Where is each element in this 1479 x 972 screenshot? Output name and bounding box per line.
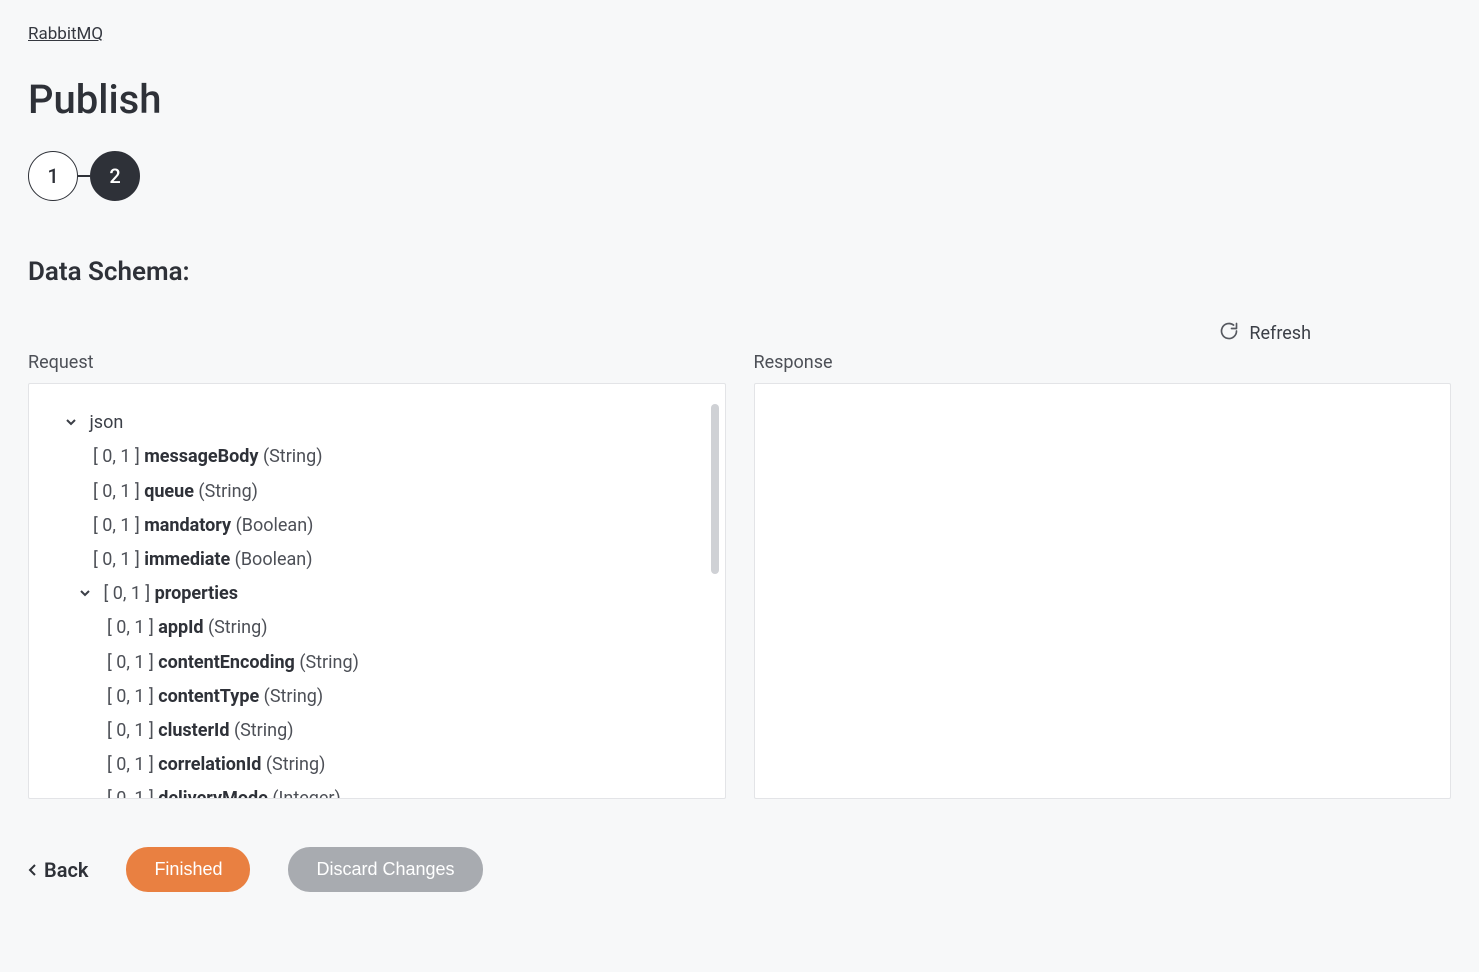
tree-leaf-row[interactable]: [ 0, 1 ] deliveryMode (Integer) bbox=[107, 782, 699, 799]
tree-card: [ 0, 1 ] bbox=[107, 754, 154, 775]
tree-field-type: (Integer) bbox=[272, 788, 340, 799]
tree-leaf-row[interactable]: [ 0, 1 ] correlationId (String) bbox=[107, 748, 699, 782]
tree-field-name: contentType bbox=[158, 686, 259, 707]
back-label: Back bbox=[44, 858, 88, 882]
request-panel: json [ 0, 1 ] messageBody (String)[ 0, 1… bbox=[28, 383, 726, 799]
tree-field-name: immediate bbox=[144, 549, 230, 570]
tree-leaf-row[interactable]: [ 0, 1 ] queue (String) bbox=[93, 475, 699, 509]
tree-leaf-row[interactable]: [ 0, 1 ] immediate (Boolean) bbox=[93, 543, 699, 577]
tree-leaf-row[interactable]: [ 0, 1 ] messageBody (String) bbox=[93, 440, 699, 474]
tree-field-name: clusterId bbox=[158, 720, 229, 741]
tree-field-type: (Boolean) bbox=[236, 515, 314, 536]
tree-group-name: properties bbox=[155, 583, 238, 604]
tree-card: [ 0, 1 ] bbox=[93, 549, 140, 570]
wizard-stepper: 1 2 bbox=[28, 151, 1451, 201]
tree-field-type: (Boolean) bbox=[235, 549, 313, 570]
scrollbar[interactable] bbox=[711, 404, 719, 574]
tree-field-type: (String) bbox=[263, 446, 323, 467]
response-panel bbox=[754, 383, 1452, 799]
tree-card: [ 0, 1 ] bbox=[107, 788, 154, 799]
tree-card: [ 0, 1 ] bbox=[93, 515, 140, 536]
refresh-button[interactable]: Refresh bbox=[1219, 321, 1311, 346]
tree-card: [ 0, 1 ] bbox=[103, 583, 150, 604]
tree-field-type: (String) bbox=[266, 754, 326, 775]
tree-group-row[interactable]: [ 0, 1 ] properties bbox=[79, 577, 699, 611]
tree-field-name: appId bbox=[158, 617, 203, 638]
refresh-icon bbox=[1219, 321, 1239, 346]
tree-leaf-row[interactable]: [ 0, 1 ] clusterId (String) bbox=[107, 714, 699, 748]
step-2[interactable]: 2 bbox=[90, 151, 140, 201]
chevron-left-icon bbox=[28, 858, 38, 882]
finished-button[interactable]: Finished bbox=[126, 847, 250, 892]
tree-field-name: contentEncoding bbox=[158, 652, 295, 673]
tree-card: [ 0, 1 ] bbox=[93, 481, 140, 502]
tree-root-label: json bbox=[89, 412, 123, 433]
tree-field-type: (String) bbox=[299, 652, 359, 673]
tree-card: [ 0, 1 ] bbox=[93, 446, 140, 467]
section-title: Data Schema: bbox=[28, 257, 1451, 287]
page-title: Publish bbox=[28, 76, 1451, 123]
response-label: Response bbox=[754, 352, 1452, 373]
tree-leaf-row[interactable]: [ 0, 1 ] contentType (String) bbox=[107, 680, 699, 714]
tree-field-name: deliveryMode bbox=[158, 788, 268, 799]
tree-leaf-row[interactable]: [ 0, 1 ] contentEncoding (String) bbox=[107, 646, 699, 680]
chevron-down-icon[interactable] bbox=[65, 406, 79, 440]
tree-field-name: queue bbox=[144, 481, 194, 502]
tree-field-type: (String) bbox=[234, 720, 294, 741]
step-1[interactable]: 1 bbox=[28, 151, 78, 201]
tree-leaf-row[interactable]: [ 0, 1 ] appId (String) bbox=[107, 611, 699, 645]
back-button[interactable]: Back bbox=[28, 858, 88, 882]
tree-card: [ 0, 1 ] bbox=[107, 720, 154, 741]
step-connector bbox=[78, 175, 90, 177]
tree-card: [ 0, 1 ] bbox=[107, 617, 154, 638]
discard-changes-button[interactable]: Discard Changes bbox=[288, 847, 482, 892]
tree-field-name: mandatory bbox=[144, 515, 231, 536]
tree-field-name: correlationId bbox=[158, 754, 261, 775]
tree-card: [ 0, 1 ] bbox=[107, 686, 154, 707]
request-label: Request bbox=[28, 352, 726, 373]
tree-field-type: (String) bbox=[264, 686, 324, 707]
tree-field-name: messageBody bbox=[144, 446, 258, 467]
breadcrumb-link[interactable]: RabbitMQ bbox=[28, 24, 103, 44]
refresh-label: Refresh bbox=[1249, 323, 1311, 344]
tree-field-type: (String) bbox=[198, 481, 258, 502]
tree-card: [ 0, 1 ] bbox=[107, 652, 154, 673]
tree-leaf-row[interactable]: [ 0, 1 ] mandatory (Boolean) bbox=[93, 509, 699, 543]
tree-root-row[interactable]: json bbox=[65, 406, 699, 440]
chevron-down-icon[interactable] bbox=[79, 577, 93, 611]
tree-field-type: (String) bbox=[208, 617, 268, 638]
